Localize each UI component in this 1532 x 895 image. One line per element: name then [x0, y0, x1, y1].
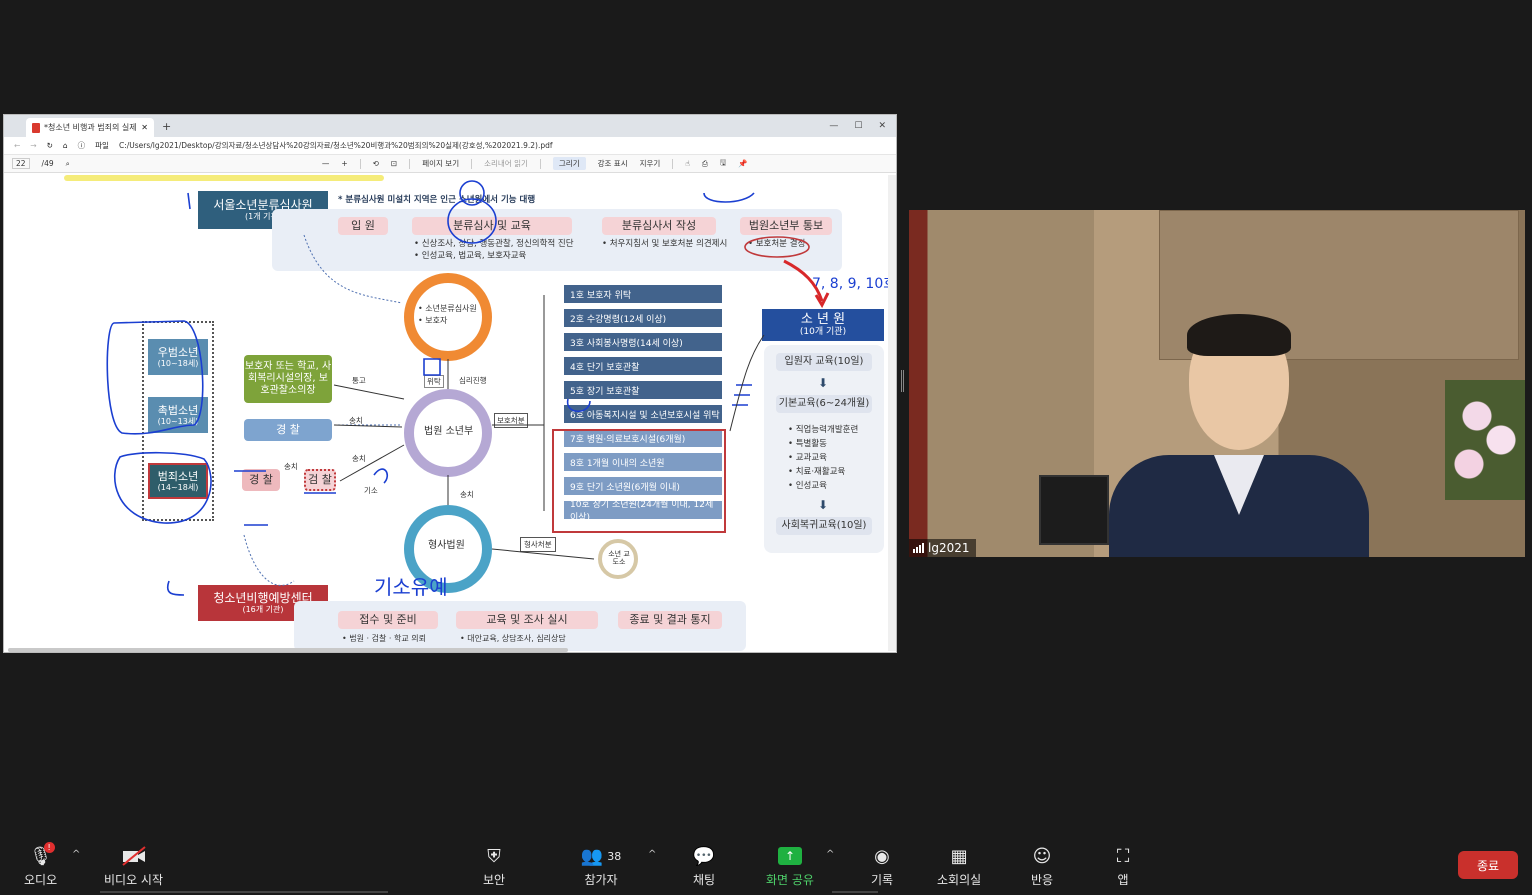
browser-tab[interactable]: *청소년 비행과 범죄의 실제(강의 ✕	[26, 118, 154, 137]
address-bar[interactable]: ← → ↻ ⌂ ⓘ 파일 C:/Users/lg2021/Desktop/강의자…	[4, 137, 896, 155]
microphone-icon: 🎙!	[28, 842, 55, 867]
apps-icon: ⛶	[1116, 845, 1130, 867]
ink-annotations	[106, 180, 830, 596]
close-tab-icon[interactable]: ✕	[141, 123, 148, 132]
record-icon: ◉	[874, 845, 890, 867]
security-button[interactable]: ⛨ 보안	[481, 845, 507, 888]
read-aloud-button[interactable]: 소리내어 읽기	[484, 158, 528, 169]
highlight-button[interactable]: 강조 표시	[598, 158, 628, 169]
zoom-in-icon[interactable]: +	[341, 159, 347, 168]
browser-tab-bar: *청소년 비행과 범죄의 실제(강의 ✕ + — ☐ ✕	[4, 115, 896, 137]
back-icon[interactable]: ←	[14, 141, 20, 150]
page-total: /49	[41, 159, 54, 168]
search-icon[interactable]: ⌕	[66, 159, 70, 169]
end-meeting-button[interactable]: 종료	[1458, 851, 1518, 879]
video-button[interactable]: 비디오 시작	[104, 845, 163, 888]
security-label: 보안	[482, 873, 506, 887]
rotate-icon[interactable]: ⟲	[373, 159, 379, 168]
share-label: 화면 공유	[766, 873, 814, 887]
print-icon[interactable]: ⎙	[702, 159, 708, 169]
audio-label: 오디오	[24, 873, 58, 887]
chat-label: 채팅	[692, 873, 716, 887]
participants-options-caret[interactable]: ^	[648, 849, 656, 860]
chat-icon: 💬	[692, 845, 716, 867]
alert-badge: !	[43, 842, 55, 853]
forward-icon[interactable]: →	[30, 141, 36, 150]
video-monitor	[1039, 475, 1109, 545]
chat-button[interactable]: 💬 채팅	[691, 845, 717, 888]
participant-video[interactable]: lg2021	[909, 210, 1525, 557]
video-flowers	[1445, 380, 1525, 500]
splitter-handle[interactable]	[901, 370, 904, 392]
apps-button[interactable]: ⛶ 앱	[1110, 845, 1136, 888]
close-window-icon[interactable]: ✕	[878, 121, 886, 131]
info-icon: ⓘ	[77, 141, 86, 150]
shield-icon: ⛨	[487, 845, 501, 867]
breakout-rooms-button[interactable]: ▦ 소회의실	[937, 845, 981, 888]
participant-person	[1109, 314, 1369, 557]
touch-icon[interactable]: ☝	[685, 159, 690, 168]
refresh-icon[interactable]: ↻	[47, 141, 53, 150]
minimize-icon[interactable]: —	[829, 121, 838, 131]
record-label: 기록	[870, 873, 894, 887]
new-tab-icon[interactable]: +	[162, 120, 171, 133]
participants-icon: 👥 38	[580, 845, 622, 867]
page-current[interactable]: 22	[12, 158, 30, 169]
smiley-icon: ☺	[1032, 845, 1052, 867]
home-icon[interactable]: ⌂	[63, 141, 68, 150]
reactions-button[interactable]: ☺ 반응	[1029, 845, 1055, 888]
meeting-stage: *청소년 비행과 범죄의 실제(강의 ✕ + — ☐ ✕ ← → ↻ ⌂ ⓘ 파…	[0, 0, 1532, 835]
pin-icon[interactable]: 📌	[738, 159, 747, 168]
signal-strength-icon	[913, 543, 924, 553]
share-options-caret[interactable]: ^	[826, 849, 834, 860]
apps-label: 앱	[1117, 873, 1129, 887]
horizontal-scrollbar[interactable]	[8, 648, 568, 652]
url-text[interactable]: C:/Users/lg2021/Desktop/강의자료/청소년상담사%20강의…	[119, 140, 553, 151]
participants-label: 참가자	[584, 873, 618, 887]
reactions-label: 반응	[1030, 873, 1054, 887]
video-off-icon	[121, 845, 147, 867]
window-controls: — ☐ ✕	[829, 121, 886, 131]
participant-name-tag: lg2021	[909, 539, 976, 557]
participants-button[interactable]: 👥 38 참가자	[581, 845, 621, 888]
draw-button[interactable]: 그리기	[552, 157, 586, 170]
record-button[interactable]: ◉ 기록	[869, 845, 895, 888]
maximize-icon[interactable]: ☐	[854, 121, 862, 131]
meeting-toolbar: 🎙! 오디오 ^ 비디오 시작 ⛨ 보안 👥 38 참가자 ^ 💬 채팅 ↑ 화면…	[0, 835, 1532, 895]
pdf-icon	[32, 122, 40, 133]
address-prefix: 파일	[95, 141, 109, 150]
participant-name: lg2021	[928, 541, 970, 555]
pdf-toolbar: 22 /49 ⌕ — + ⟲ ⊡ 페이지 보기 소리내어 읽기 그리기 강조 표…	[4, 155, 896, 173]
erase-button[interactable]: 지우기	[640, 158, 661, 169]
share-screen-button[interactable]: ↑ 화면 공유	[766, 845, 814, 888]
breakout-grid-icon: ▦	[950, 845, 968, 867]
tab-title: *청소년 비행과 범죄의 실제(강의	[44, 123, 137, 132]
participants-count: 38	[607, 849, 622, 863]
page-view-button[interactable]: 페이지 보기	[422, 158, 459, 169]
save-icon[interactable]: 🖫	[720, 157, 726, 170]
vertical-scrollbar[interactable]	[888, 175, 896, 651]
video-label: 비디오 시작	[104, 873, 164, 887]
fit-icon[interactable]: ⊡	[391, 159, 397, 168]
pdf-page: 서울소년분류심사원 (1개 기관) * 분류심사원 미설치 지역은 인근 소년원…	[4, 175, 890, 651]
audio-options-caret[interactable]: ^	[72, 849, 80, 860]
share-screen-icon: ↑	[777, 845, 803, 867]
breakout-label: 소회의실	[937, 873, 982, 887]
zoom-out-icon[interactable]: —	[322, 159, 330, 168]
audio-button[interactable]: 🎙! 오디오	[24, 842, 58, 888]
shared-browser-window: *청소년 비행과 범죄의 실제(강의 ✕ + — ☐ ✕ ← → ↻ ⌂ ⓘ 파…	[3, 114, 897, 653]
